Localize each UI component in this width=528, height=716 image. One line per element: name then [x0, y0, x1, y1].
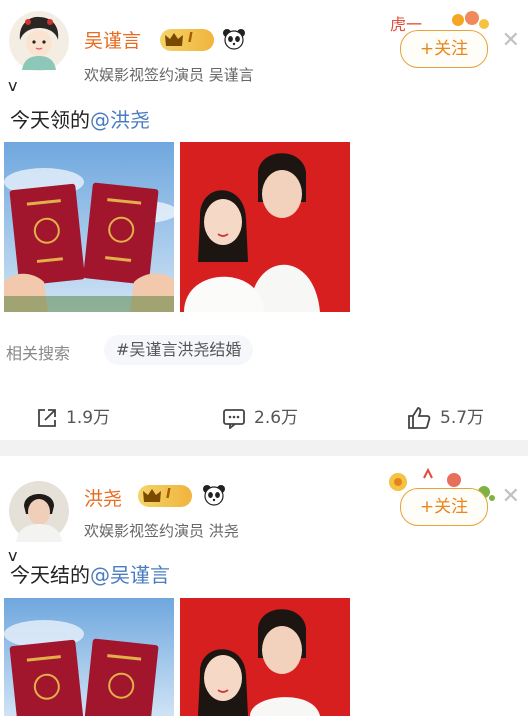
photo-couple[interactable]	[180, 598, 350, 716]
panda-icon	[203, 485, 225, 506]
like-count: 5.7万	[440, 408, 485, 428]
post-text: 今天领的@洪尧	[10, 104, 150, 133]
couple-photo-image	[180, 598, 350, 716]
post-text: 今天结的@吴谨言	[10, 559, 170, 588]
post-text-body: 今天领的	[10, 108, 90, 132]
avatar-hong[interactable]: v	[8, 480, 70, 565]
photo-couple[interactable]	[180, 142, 350, 312]
author-name[interactable]: 吴谨言	[84, 26, 141, 53]
like-icon	[408, 407, 431, 429]
crown-icon	[143, 489, 161, 502]
panda-icon	[223, 29, 245, 50]
follow-button[interactable]: +关注	[400, 30, 488, 68]
mention-link[interactable]: @洪尧	[90, 108, 150, 132]
avatar-photo-icon	[9, 481, 69, 542]
close-icon[interactable]: ✕	[502, 28, 520, 53]
post-1: v 吴谨言 I 欢娱影视签约演员 吴谨言 虎一 +关注 ✕ 今天领的@洪尧 相关…	[0, 0, 528, 440]
follow-button[interactable]: +关注	[400, 488, 488, 526]
share-count: 1.9万	[66, 408, 111, 428]
related-search-tag[interactable]: #吴谨言洪尧结婚	[104, 335, 254, 365]
avatar-illustration-icon	[9, 11, 69, 71]
close-icon[interactable]: ✕	[502, 484, 520, 509]
avatar-wu[interactable]: v	[8, 10, 70, 95]
crown-icon	[165, 33, 183, 46]
post-text-body: 今天结的	[10, 563, 90, 587]
vip-badge[interactable]: I	[138, 485, 192, 507]
author-name[interactable]: 洪尧	[84, 484, 122, 511]
author-subtitle: 欢娱影视签约演员 洪尧	[84, 522, 239, 540]
photo-certificates[interactable]	[4, 598, 174, 716]
post-separator	[0, 440, 528, 456]
post-2: v 洪尧 I 欢娱影视签约演员 洪尧 +关注 ✕ 今天结的@吴谨言	[0, 456, 528, 716]
marriage-certificate-image	[4, 598, 174, 716]
related-search-label: 相关搜索	[6, 344, 71, 363]
author-subtitle: 欢娱影视签约演员 吴谨言	[84, 66, 254, 84]
vip-badge[interactable]: I	[160, 29, 214, 51]
share-button[interactable]: 1.9万	[36, 403, 110, 429]
comment-button[interactable]: 2.6万	[222, 403, 299, 430]
mention-link[interactable]: @吴谨言	[90, 563, 170, 587]
vip-level: I	[188, 31, 193, 46]
like-button[interactable]: 5.7万	[406, 403, 484, 430]
photo-certificates[interactable]	[4, 142, 174, 312]
comment-icon	[223, 409, 245, 430]
share-icon	[38, 409, 56, 427]
verified-badge-icon: v	[8, 76, 18, 95]
comment-count: 2.6万	[254, 408, 299, 428]
marriage-certificate-image	[4, 142, 174, 312]
couple-photo-image	[180, 142, 350, 312]
vip-level: I	[166, 487, 171, 502]
